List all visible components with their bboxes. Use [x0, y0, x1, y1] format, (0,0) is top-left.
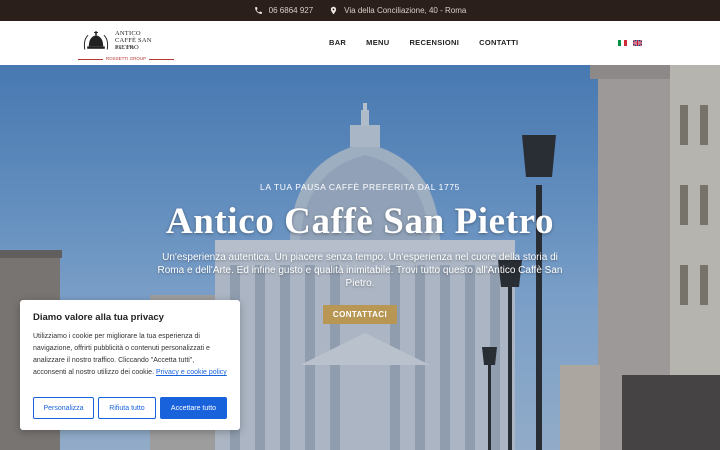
reject-all-button[interactable]: Rifiuta tutto [98, 397, 156, 419]
nav-item-bar[interactable]: BAR [329, 38, 346, 47]
nav-item-recensioni[interactable]: RECENSIONI [409, 38, 459, 47]
phone-icon [254, 7, 262, 14]
site-header: ANTICO CAFFÈ SAN PIETRO DAL 1775 ROSSETT… [0, 21, 720, 65]
location-pin-icon [331, 6, 337, 15]
hero-tagline: LA TUA PAUSA CAFFÈ PREFERITA DAL 1775 [260, 182, 460, 192]
nav-item-contatti[interactable]: CONTATTI [479, 38, 518, 47]
main-nav: BAR MENU RECENSIONI CONTATTI [329, 38, 538, 47]
italian-flag-icon[interactable] [618, 40, 627, 46]
cookie-buttons: Personalizza Rifiuta tutto Accettare tut… [33, 397, 227, 419]
logo[interactable]: ANTICO CAFFÈ SAN PIETRO DAL 1775 ROSSETT… [78, 25, 174, 61]
top-info-bar: 06 6864 927 Via della Conciliazione, 40 … [0, 0, 720, 21]
contattaci-button[interactable]: CONTATTACI [323, 305, 397, 324]
hero-subtitle: Un'esperienza autentica. Un piacere senz… [157, 252, 563, 289]
nav-item-menu[interactable]: MENU [366, 38, 389, 47]
logo-line-1: ANTICO [115, 30, 141, 37]
language-switcher [618, 40, 642, 46]
logo-group-label: ROSSETTI GROUP [102, 56, 150, 61]
cookie-text: Utilizziamo i cookie per migliorare la t… [33, 331, 227, 379]
accept-all-button[interactable]: Accettare tutto [160, 397, 227, 419]
address-info: Via della Conciliazione, 40 - Roma [329, 6, 466, 15]
customize-button[interactable]: Personalizza [33, 397, 94, 419]
phone-number[interactable]: 06 6864 927 [269, 6, 314, 15]
privacy-policy-link[interactable]: Privacy e cookie policy [156, 369, 227, 376]
logo-group: ROSSETTI GROUP [78, 56, 174, 61]
cookie-consent-banner: Diamo valore alla tua privacy Utilizziam… [20, 300, 240, 430]
phone-info[interactable]: 06 6864 927 [254, 6, 314, 15]
hero-title: Antico Caffè San Pietro [165, 201, 555, 242]
dome-logo-icon [83, 31, 109, 50]
address-text: Via della Conciliazione, 40 - Roma [344, 6, 467, 15]
english-flag-icon[interactable] [633, 40, 642, 46]
logo-line-3: DAL 1775 [115, 45, 135, 50]
cookie-title: Diamo valore alla tua privacy [33, 312, 164, 323]
